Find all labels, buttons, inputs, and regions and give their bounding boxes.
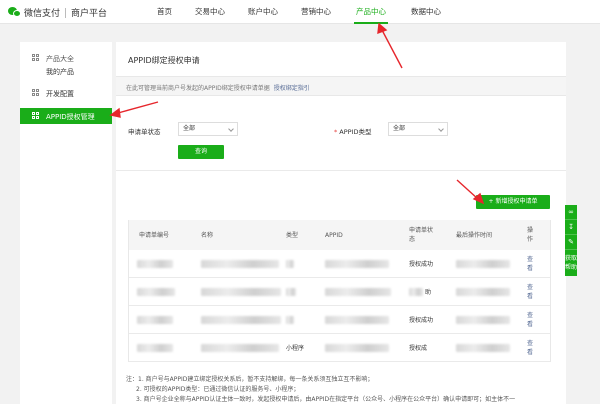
chevron-down-icon bbox=[438, 126, 444, 132]
page-title: APPID绑定授权申请 bbox=[128, 56, 200, 65]
nav-product-center[interactable]: 产品中心 bbox=[354, 0, 388, 24]
nav-marketing-center[interactable]: 营销中心 bbox=[301, 0, 331, 24]
redacted-name bbox=[201, 260, 279, 268]
nav-home[interactable]: 首页 bbox=[157, 0, 172, 24]
note-1: 注：1. 商户号与APPID建立绑定授权关系后，暂不支持解绑，每一条关系须互独立… bbox=[126, 376, 374, 383]
view-link[interactable]: 查看 bbox=[527, 278, 535, 306]
redacted-id bbox=[137, 288, 175, 296]
redacted-time bbox=[456, 260, 510, 268]
sidebar-item-my-products[interactable]: 我的产品 bbox=[46, 67, 74, 77]
wechat-logo-icon bbox=[8, 6, 21, 18]
main-panel: APPID绑定授权申请 在此可管理当前商户号发起的APPID绑定授权申请单据 授权… bbox=[116, 42, 566, 404]
redacted-time bbox=[456, 288, 510, 296]
table-row: 助 查看 bbox=[129, 278, 550, 306]
redacted-time bbox=[456, 344, 510, 352]
query-button[interactable]: 查询 bbox=[178, 145, 224, 159]
sidebar-group-dev-config[interactable]: 开发配置 bbox=[20, 88, 112, 102]
view-link[interactable]: 查看 bbox=[527, 250, 535, 278]
sidebar: 产品大全 我的产品 开发配置 APPID授权管理 bbox=[20, 42, 112, 404]
add-auth-request-button[interactable]: + 新增授权申请单 bbox=[476, 195, 550, 209]
get-help-button[interactable]: 获取帮助 bbox=[565, 250, 577, 276]
redacted-id bbox=[137, 344, 173, 352]
redacted-appid bbox=[325, 260, 389, 268]
appid-type-filter-label: * APPID类型 bbox=[334, 128, 372, 136]
redacted-name bbox=[201, 344, 279, 352]
col-request-id: 申请单编号 bbox=[139, 231, 170, 239]
sidebar-group-products: 产品大全 我的产品 bbox=[20, 52, 112, 80]
brand-text: 微信支付 商户平台 bbox=[24, 8, 108, 19]
download-icon[interactable]: ↧ bbox=[565, 220, 577, 235]
status-filter-label: 申请单状态 bbox=[128, 128, 161, 136]
status-cell: 授权成功 bbox=[409, 316, 434, 324]
note-3: 3. 商户号企业全称与APPID认证主体一致时，发起授权申请后，由APPID在指… bbox=[136, 396, 516, 403]
view-link[interactable]: 查看 bbox=[527, 334, 535, 362]
table-row: 授权成功 查看 bbox=[129, 250, 550, 278]
sidebar-item-label: APPID授权管理 bbox=[46, 113, 95, 121]
grid-icon bbox=[32, 89, 40, 97]
status-filter-select[interactable]: 全部 bbox=[178, 122, 238, 136]
grid-icon bbox=[32, 112, 40, 120]
redacted-appid bbox=[325, 288, 391, 296]
notes: 注：1. 商户号与APPID建立绑定授权关系后，暂不支持解绑，每一条关系须互独立… bbox=[126, 375, 556, 404]
table-header: 申请单编号 名称 类型 APPID 申请单状态 最后操作时间 操作 bbox=[129, 220, 550, 250]
redacted-time bbox=[456, 316, 510, 324]
top-bar: 微信支付 商户平台 首页 交易中心 账户中心 营销中心 产品中心 数据中心 bbox=[0, 0, 600, 24]
chevron-down-icon bbox=[228, 126, 234, 132]
col-action: 操作 bbox=[527, 227, 534, 243]
redacted-id bbox=[137, 260, 173, 268]
redacted-name bbox=[201, 288, 281, 296]
auth-guide-link[interactable]: 授权绑定指引 bbox=[274, 85, 310, 92]
redacted-status bbox=[409, 288, 423, 296]
type-cell: 小程序 bbox=[286, 344, 305, 352]
divider bbox=[116, 170, 566, 171]
wechat-pay-logo[interactable]: 微信支付 商户平台 bbox=[8, 5, 107, 19]
col-name: 名称 bbox=[201, 231, 214, 239]
col-appid: APPID bbox=[325, 231, 343, 239]
sidebar-item-appid-auth[interactable]: APPID授权管理 bbox=[20, 108, 112, 124]
nav-account-center[interactable]: 账户中心 bbox=[248, 0, 278, 24]
sidebar-item-label: 开发配置 bbox=[46, 90, 74, 98]
col-status: 申请单状态 bbox=[409, 227, 434, 243]
arrow-head bbox=[377, 22, 388, 35]
note-2: 2. 可授权的APPID类型：已通过微信认证的服务号、小程序； bbox=[136, 386, 300, 393]
col-type: 类型 bbox=[286, 231, 299, 239]
redacted-appid bbox=[325, 316, 389, 324]
table-row: 授权成功 查看 bbox=[129, 306, 550, 334]
sidebar-group-title: 产品大全 bbox=[46, 55, 74, 63]
view-link[interactable]: 查看 bbox=[527, 306, 535, 334]
link-icon[interactable]: ∞ bbox=[565, 205, 577, 220]
status-cell: 授权成功 bbox=[409, 260, 434, 268]
hint-text: 在此可管理当前商户号发起的APPID绑定授权申请单据 bbox=[126, 85, 270, 92]
redacted-type bbox=[286, 288, 296, 296]
nav-trade-center[interactable]: 交易中心 bbox=[195, 0, 225, 24]
col-last-op-time: 最后操作时间 bbox=[456, 231, 493, 239]
auth-request-table: 申请单编号 名称 类型 APPID 申请单状态 最后操作时间 操作 授权成功 查… bbox=[128, 220, 551, 362]
appid-type-filter-select[interactable]: 全部 bbox=[388, 122, 448, 136]
redacted-appid bbox=[325, 344, 389, 352]
redacted-type bbox=[286, 260, 294, 268]
redacted-name bbox=[201, 316, 281, 324]
floating-toolbar: ∞ ↧ ✎ 获取帮助 bbox=[565, 205, 577, 276]
table-row: 小程序 授权成 查看 bbox=[129, 334, 550, 362]
main-nav: 首页 交易中心 账户中心 营销中心 产品中心 数据中心 bbox=[157, 0, 464, 24]
redacted-type bbox=[286, 316, 294, 324]
hint-bar: 在此可管理当前商户号发起的APPID绑定授权申请单据 授权绑定指引 bbox=[116, 76, 566, 96]
edit-icon[interactable]: ✎ bbox=[565, 235, 577, 250]
redacted-id bbox=[137, 316, 173, 324]
nav-data-center[interactable]: 数据中心 bbox=[411, 0, 441, 24]
status-cell: 授权成 bbox=[409, 344, 428, 352]
grid-icon bbox=[32, 54, 40, 62]
status-cell: 助 bbox=[425, 288, 432, 296]
